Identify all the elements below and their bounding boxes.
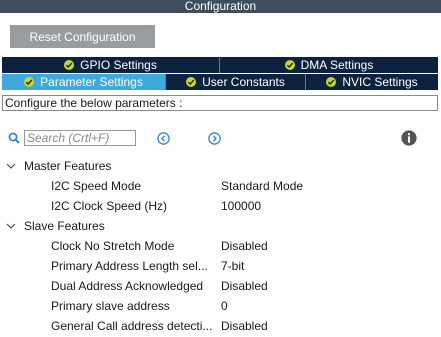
tab-label: Parameter Settings <box>40 75 143 89</box>
tab-label: GPIO Settings <box>80 58 157 72</box>
param-row[interactable]: Primary slave address 0 <box>0 298 441 314</box>
tab-label: NVIC Settings <box>342 75 418 89</box>
chevron-down-icon <box>6 163 16 169</box>
param-name: Clock No Stretch Mode <box>51 239 175 253</box>
group-title: Master Features <box>24 159 112 173</box>
param-value: Standard Mode <box>221 179 304 193</box>
tab-bar-bottom: Parameter Settings User Constants NVIC S… <box>2 74 438 90</box>
param-value: Disabled <box>221 319 268 333</box>
chevron-down-icon <box>6 223 16 229</box>
param-value: 0 <box>221 299 228 313</box>
chevron-right-circle-icon[interactable] <box>208 132 221 145</box>
check-badge-icon <box>326 77 337 87</box>
window-title: Configuration <box>0 0 441 13</box>
param-row[interactable]: Clock No Stretch Mode Disabled <box>0 238 441 254</box>
param-row[interactable]: General Call address detecti... Disabled <box>0 318 441 334</box>
group-title: Slave Features <box>24 219 105 233</box>
param-row[interactable]: Dual Address Acknowledged Disabled <box>0 278 441 294</box>
param-name: I2C Speed Mode <box>51 179 142 193</box>
check-badge-icon <box>284 60 295 70</box>
param-row[interactable]: I2C Speed Mode Standard Mode <box>0 178 441 194</box>
search-icon <box>8 132 20 144</box>
param-row[interactable]: Primary Address Length sel... 7-bit <box>0 258 441 274</box>
param-name: I2C Clock Speed (Hz) <box>51 199 168 213</box>
group-slave-features[interactable]: Slave Features <box>6 218 105 234</box>
search-input[interactable] <box>24 130 136 146</box>
param-name: Primary slave address <box>51 299 170 313</box>
tab-label: User Constants <box>202 75 285 89</box>
param-name: Primary Address Length sel... <box>51 259 208 273</box>
param-row[interactable]: I2C Clock Speed (Hz) 100000 <box>0 198 441 214</box>
group-master-features[interactable]: Master Features <box>6 158 111 174</box>
param-name: General Call address detecti... <box>51 319 213 333</box>
param-name: Dual Address Acknowledged <box>51 279 204 293</box>
tab-bar-top: GPIO Settings DMA Settings <box>2 57 438 73</box>
check-badge-icon <box>24 77 35 87</box>
chevron-left-circle-icon[interactable] <box>157 132 170 145</box>
info-icon[interactable] <box>401 130 417 146</box>
tab-label: DMA Settings <box>300 58 374 72</box>
tab-dma-settings[interactable]: DMA Settings <box>220 57 438 73</box>
check-badge-icon <box>64 60 75 70</box>
reset-configuration-button[interactable]: Reset Configuration <box>10 25 155 48</box>
tab-gpio-settings[interactable]: GPIO Settings <box>2 57 220 73</box>
param-value: Disabled <box>221 239 268 253</box>
param-value: 7-bit <box>221 259 245 273</box>
tab-parameter-settings[interactable]: Parameter Settings <box>2 74 166 90</box>
tab-user-constants[interactable]: User Constants <box>166 74 306 90</box>
description-text: Configure the below parameters : <box>2 95 438 111</box>
tab-nvic-settings[interactable]: NVIC Settings <box>306 74 438 90</box>
param-value: Disabled <box>221 279 268 293</box>
param-value: 100000 <box>221 199 262 213</box>
check-badge-icon <box>186 77 197 87</box>
